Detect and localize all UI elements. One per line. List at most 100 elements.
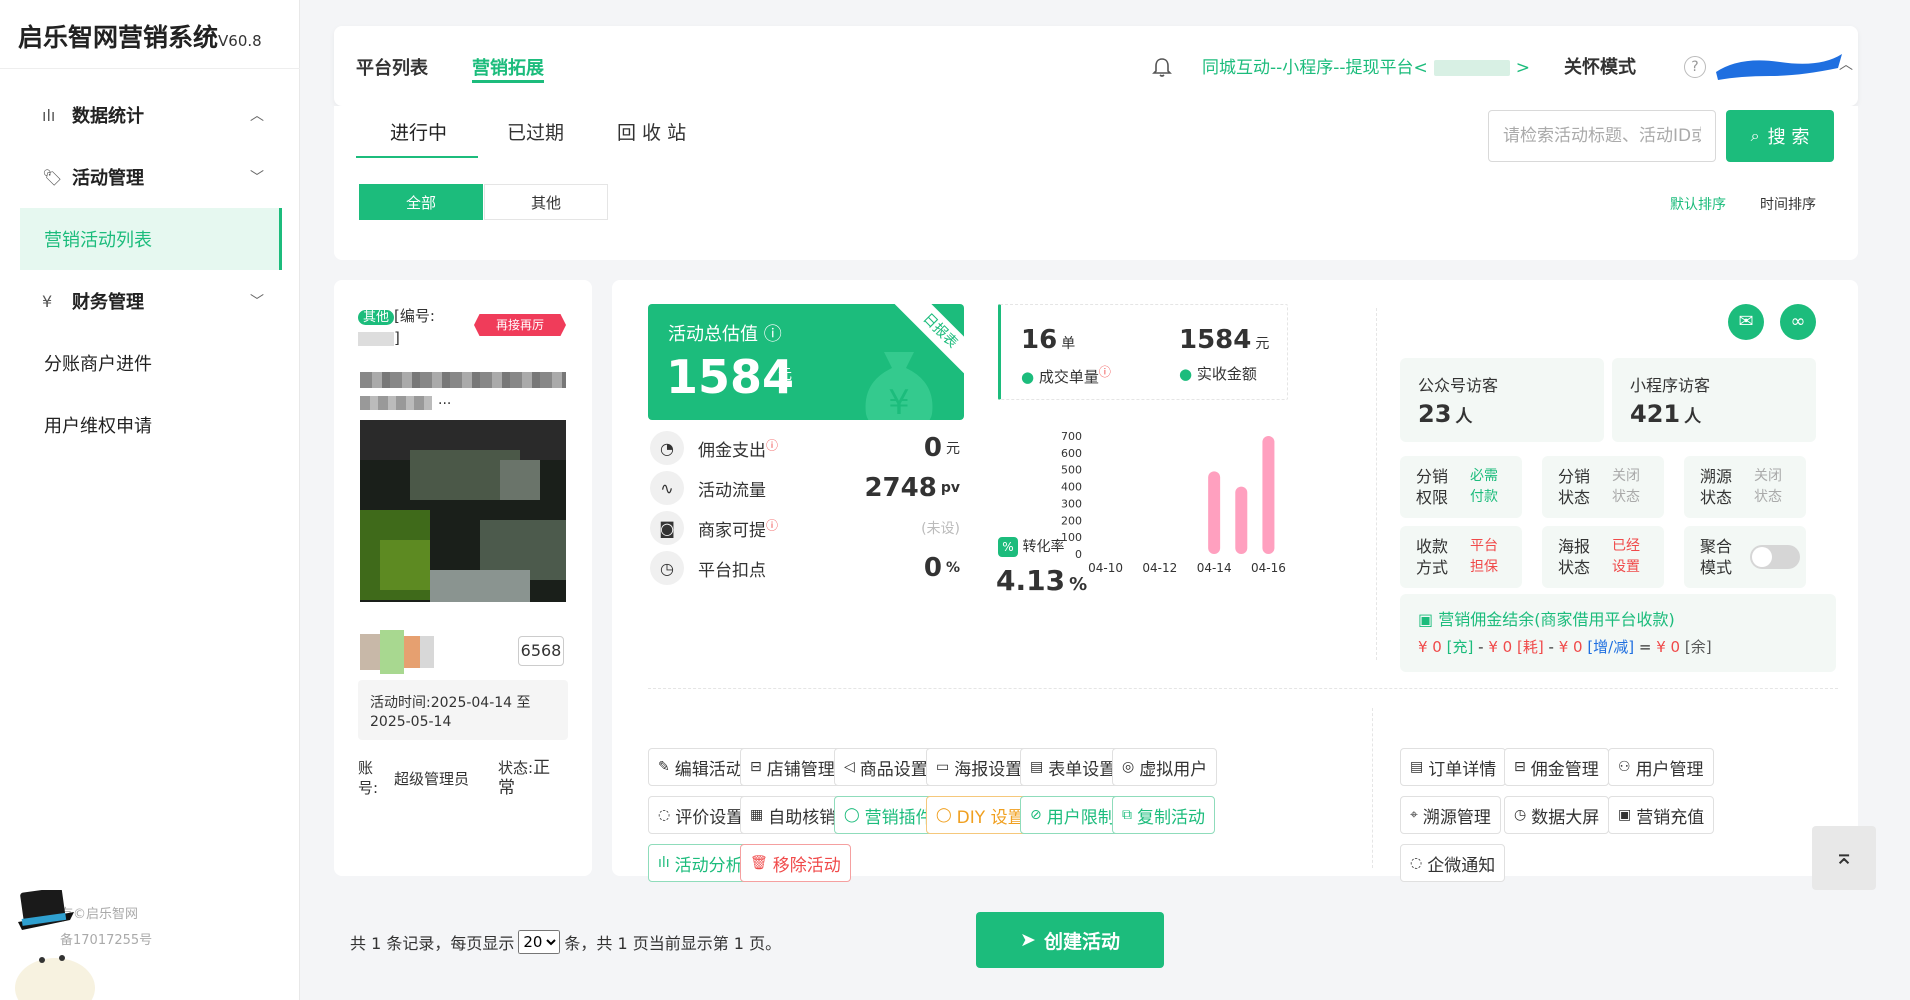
aggregate-mode-toggle[interactable] bbox=[1750, 545, 1800, 569]
redacted-block bbox=[358, 331, 394, 346]
wechat-icon[interactable]: ✉ bbox=[1728, 304, 1764, 340]
setting-value: 关闭 状态 bbox=[1754, 468, 1782, 505]
setting-label: 收款 方式 bbox=[1416, 537, 1449, 577]
commission-row: ◔ 佣金支出ⓘ 0元 bbox=[650, 428, 960, 468]
activity-status: 状态:正常 bbox=[498, 758, 551, 798]
button-label: 用户管理 bbox=[1635, 759, 1704, 780]
activity-cover-image[interactable] bbox=[360, 420, 566, 602]
sort-default[interactable]: 默认排序 bbox=[1670, 194, 1726, 214]
copy-button[interactable]: ⧉ 复制活动 bbox=[1112, 796, 1215, 834]
tag-icon: 🏷 bbox=[42, 167, 63, 187]
official-visitors: 公众号访客 23 人 bbox=[1400, 358, 1604, 442]
product-button[interactable]: ◁ 商品设置 bbox=[834, 748, 938, 786]
sidebar-item-marketing-list[interactable]: 营销活动列表 bbox=[20, 208, 282, 270]
chart-bar bbox=[1208, 471, 1221, 554]
order-detail-button[interactable]: ▤ 订单详情 bbox=[1400, 748, 1507, 786]
button-label: 订单详情 bbox=[1428, 759, 1497, 780]
traffic-value: 2748 bbox=[864, 473, 937, 503]
trace-button[interactable]: ⌖ 溯源管理 bbox=[1400, 796, 1501, 834]
x-tick-label: 04-10 bbox=[1088, 561, 1123, 575]
percent-icon: % bbox=[998, 537, 1018, 557]
review-button[interactable]: ◌ 评价设置 bbox=[648, 796, 754, 834]
commission-button[interactable]: ⊟ 佣金管理 bbox=[1504, 748, 1609, 786]
search-input[interactable] bbox=[1488, 110, 1716, 162]
sidebar-item-statistics[interactable]: ılı 数据统计 ︿ bbox=[20, 84, 282, 146]
chevron-down-icon: ﹀ bbox=[250, 170, 264, 186]
tab-expired[interactable]: 已过期 bbox=[507, 118, 564, 145]
pagination-text: 条，共 1 页当前显示第 1 页。 bbox=[564, 934, 782, 953]
care-mode-button[interactable]: 关怀模式 bbox=[1564, 53, 1636, 79]
send-icon: ➤ bbox=[1020, 929, 1036, 951]
diy-button[interactable]: ◯ DIY 设置 bbox=[926, 796, 1035, 834]
create-activity-button[interactable]: ➤ 创建活动 bbox=[976, 912, 1164, 968]
setting-label: 溯源 状态 bbox=[1700, 467, 1733, 507]
page-size-select[interactable]: 20 bbox=[518, 930, 561, 954]
diy-icon: ◯ bbox=[936, 807, 952, 823]
button-label: 复制活动 bbox=[1137, 807, 1205, 828]
y-tick-label: 500 bbox=[1061, 464, 1082, 477]
tab-platform-list[interactable]: 平台列表 bbox=[356, 54, 428, 80]
mascot-image bbox=[15, 890, 95, 1000]
filter-all-button[interactable]: 全部 bbox=[359, 184, 483, 220]
wallet-icon: ▣ bbox=[1418, 610, 1434, 629]
setting-box: 聚合 模式 bbox=[1684, 526, 1806, 588]
sort-time[interactable]: 时间排序 bbox=[1760, 194, 1816, 214]
user-limit-button[interactable]: ⊘ 用户限制 bbox=[1020, 796, 1125, 834]
button-label: 用户限制 bbox=[1046, 807, 1115, 828]
sidebar-item-rights[interactable]: 用户维权申请 bbox=[20, 394, 282, 456]
sidebar-item-label: 分账商户进件 bbox=[44, 354, 152, 375]
top-navbar: 平台列表 营销拓展 同城互动--小程序--提现平台< > 关怀模式 ? ︿ bbox=[334, 26, 1858, 106]
user-button[interactable]: ⚇ 用户管理 bbox=[1608, 748, 1714, 786]
tab-in-progress[interactable]: 进行中 bbox=[390, 118, 447, 145]
analysis-button[interactable]: ılı 活动分析 bbox=[648, 844, 753, 882]
shop-button[interactable]: ⊟ 店铺管理 bbox=[740, 748, 845, 786]
form-button[interactable]: ▤ 表单设置 bbox=[1020, 748, 1127, 786]
setting-label: 分销 权限 bbox=[1416, 467, 1449, 507]
create-activity-label: 创建活动 bbox=[1043, 930, 1120, 953]
svg-text:¥: ¥ bbox=[888, 383, 910, 420]
button-label: 虚拟用户 bbox=[1139, 759, 1208, 780]
copy-icon: ⧉ bbox=[1122, 807, 1132, 823]
link-icon[interactable]: ∞ bbox=[1780, 304, 1816, 340]
remove-button[interactable]: 🗑 移除活动 bbox=[740, 844, 851, 882]
commission-value: 0 bbox=[923, 433, 942, 463]
dashboard-button[interactable]: ◷ 数据大屏 bbox=[1504, 796, 1610, 834]
orders-label: ● 成交单量ⓘ bbox=[1021, 365, 1111, 386]
button-label: 店铺管理 bbox=[766, 759, 835, 780]
button-label: 数据大屏 bbox=[1531, 807, 1600, 828]
order-detail-icon: ▤ bbox=[1410, 759, 1424, 775]
search-button[interactable]: ⌕ 搜 索 bbox=[1726, 110, 1834, 162]
x-tick-label: 04-14 bbox=[1197, 561, 1232, 575]
tab-marketing-expand[interactable]: 营销拓展 bbox=[472, 54, 544, 80]
total-value-unit: 元 bbox=[778, 367, 792, 383]
back-to-top-button[interactable]: ⌅ bbox=[1812, 826, 1876, 890]
y-tick-label: 200 bbox=[1061, 514, 1082, 527]
virtual-user-icon: ◎ bbox=[1122, 759, 1135, 775]
clock-icon: ◷ bbox=[650, 551, 684, 585]
sidebar-item-finance[interactable]: ¥ 财务管理 ﹀ bbox=[20, 270, 282, 332]
platform-link[interactable]: 同城互动--小程序--提现平台< > bbox=[1202, 53, 1530, 78]
plugin-icon: ◯ bbox=[844, 807, 860, 823]
button-label: DIY 设置 bbox=[956, 807, 1025, 828]
sidebar-item-label: 活动管理 bbox=[72, 168, 144, 189]
sidebar-item-label: 营销活动列表 bbox=[44, 230, 152, 251]
tab-recycle-bin[interactable]: 回 收 站 bbox=[617, 118, 686, 145]
bell-icon[interactable] bbox=[1152, 56, 1172, 78]
redacted-title-line bbox=[360, 396, 432, 410]
help-icon[interactable]: ? bbox=[1684, 56, 1706, 78]
sidebar-item-activity-management[interactable]: 🏷 活动管理 ﹀ bbox=[20, 146, 282, 208]
poster-button[interactable]: ▭ 海报设置 bbox=[926, 748, 1033, 786]
button-label: 自助核销 bbox=[768, 807, 837, 828]
not-set-note: (未设) bbox=[921, 521, 960, 537]
filter-other-button[interactable]: 其他 bbox=[484, 184, 608, 220]
button-label: 佣金管理 bbox=[1530, 759, 1599, 780]
self-verify-button[interactable]: ▦ 自助核销 bbox=[740, 796, 847, 834]
info-icon: ⓘ bbox=[766, 437, 779, 452]
virtual-user-button[interactable]: ◎ 虚拟用户 bbox=[1112, 748, 1218, 786]
edit-button[interactable]: ✎ 编辑活动 bbox=[648, 748, 753, 786]
recharge-button[interactable]: ▣ 营销充值 bbox=[1608, 796, 1715, 834]
button-label: 溯源管理 bbox=[1422, 807, 1491, 828]
sidebar-item-merchant[interactable]: 分账商户进件 bbox=[20, 332, 282, 394]
chevron-up-icon[interactable]: ︿ bbox=[1839, 54, 1853, 74]
wecom-notify-button[interactable]: ◌ 企微通知 bbox=[1400, 844, 1506, 882]
